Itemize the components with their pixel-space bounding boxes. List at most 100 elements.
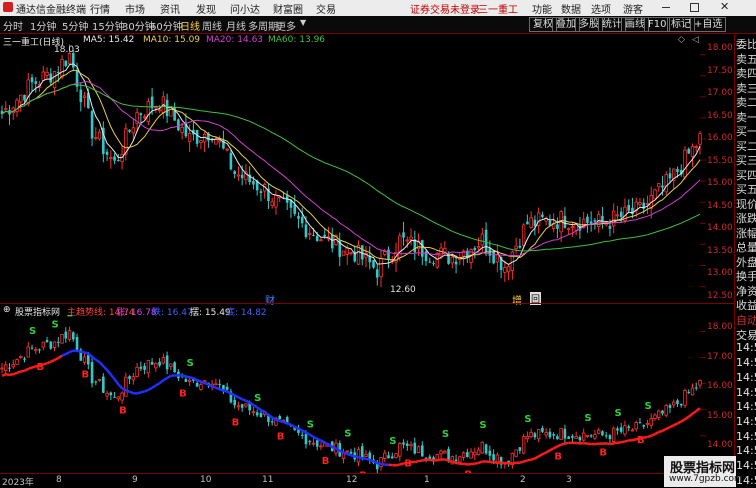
- buy-signal[interactable]: B: [322, 456, 330, 467]
- menu-wealth-circle[interactable]: 财富圈: [273, 1, 303, 16]
- indicator-candle[interactable]: [256, 410, 259, 418]
- indicator-candle[interactable]: [526, 431, 529, 442]
- indicator-candle[interactable]: [162, 354, 165, 365]
- sidebar-field[interactable]: 自动: [736, 312, 756, 328]
- indicator-candle[interactable]: [16, 358, 19, 364]
- candle[interactable]: [128, 129, 131, 133]
- menu-news[interactable]: 资讯: [160, 1, 180, 16]
- candle[interactable]: [237, 166, 240, 181]
- indicator-candle[interactable]: [459, 456, 462, 464]
- indicator-candle[interactable]: [410, 441, 413, 450]
- sidebar-field[interactable]: 14:5: [736, 430, 756, 443]
- candle[interactable]: [1, 106, 4, 119]
- indicator-candle[interactable]: [278, 415, 281, 420]
- indicator-candle[interactable]: [605, 432, 608, 439]
- candle[interactable]: [83, 92, 86, 107]
- candle[interactable]: [372, 260, 375, 269]
- candle[interactable]: [492, 251, 495, 265]
- period-5min[interactable]: 5分钟: [62, 18, 88, 33]
- indicator-candle[interactable]: [672, 399, 675, 408]
- indicator-candle[interactable]: [564, 425, 567, 443]
- indicator-candle[interactable]: [140, 362, 143, 372]
- indicator-candle[interactable]: [72, 331, 75, 341]
- indicator-candle[interactable]: [582, 429, 585, 442]
- period-15min[interactable]: 15分钟: [92, 18, 125, 33]
- candle[interactable]: [320, 237, 323, 241]
- menu-guest[interactable]: 游客: [623, 1, 643, 16]
- more-dropdown-icon[interactable]: ▼: [300, 18, 306, 27]
- marker-increase[interactable]: 增: [512, 292, 522, 307]
- indicator-candle[interactable]: [31, 345, 34, 350]
- candle[interactable]: [530, 211, 533, 228]
- sell-signal[interactable]: S: [644, 401, 651, 412]
- candle[interactable]: [481, 228, 484, 253]
- indicator-candle[interactable]: [64, 327, 67, 343]
- indicator-candle[interactable]: [395, 453, 398, 459]
- indicator-candle[interactable]: [627, 425, 630, 432]
- indicator-candle[interactable]: [387, 452, 390, 459]
- indicator-candle[interactable]: [312, 438, 315, 446]
- indicator-candle[interactable]: [155, 362, 158, 371]
- candle[interactable]: [657, 183, 660, 192]
- indicator-candle[interactable]: [631, 428, 634, 431]
- candle[interactable]: [612, 203, 615, 233]
- candle[interactable]: [263, 182, 266, 198]
- indicator-candle[interactable]: [27, 342, 30, 357]
- candle[interactable]: [327, 227, 330, 242]
- candle[interactable]: [387, 247, 390, 269]
- candle[interactable]: [297, 212, 300, 228]
- indicator-candle[interactable]: [515, 450, 518, 458]
- candle[interactable]: [432, 260, 435, 266]
- sell-signal[interactable]: S: [254, 393, 261, 404]
- indicator-candle[interactable]: [462, 451, 465, 460]
- candle[interactable]: [365, 246, 368, 267]
- candle[interactable]: [627, 199, 630, 211]
- candle[interactable]: [233, 170, 236, 178]
- indicator-candle[interactable]: [661, 410, 664, 416]
- candle[interactable]: [680, 164, 683, 176]
- candle[interactable]: [301, 208, 304, 228]
- menu-data[interactable]: 数据: [561, 1, 581, 16]
- indicator-candle[interactable]: [391, 453, 394, 459]
- indicator-candle[interactable]: [530, 429, 533, 439]
- indicator-candle[interactable]: [110, 391, 113, 400]
- candle[interactable]: [616, 206, 619, 220]
- sidebar-field[interactable]: 14:5: [736, 444, 756, 457]
- indicator-candle[interactable]: [421, 441, 424, 457]
- buy-signal[interactable]: B: [637, 435, 645, 446]
- indicator-candle[interactable]: [68, 327, 71, 342]
- indicator-candle[interactable]: [676, 399, 679, 407]
- indicator-candle[interactable]: [511, 452, 514, 468]
- indicator-candle[interactable]: [23, 357, 26, 363]
- indicator-candle[interactable]: [684, 389, 687, 409]
- candle[interactable]: [466, 248, 469, 263]
- candle[interactable]: [413, 231, 416, 260]
- candle[interactable]: [534, 215, 537, 235]
- indicator-candle[interactable]: [612, 426, 615, 443]
- sell-signal[interactable]: S: [29, 326, 36, 337]
- sidebar-field[interactable]: 14:5: [736, 415, 756, 428]
- indicator-candle[interactable]: [519, 447, 522, 454]
- sidebar-field[interactable]: 收益: [736, 297, 756, 313]
- candle[interactable]: [511, 251, 514, 280]
- indicator-candle[interactable]: [53, 341, 56, 351]
- menu-wenxiaoda[interactable]: 问小达: [230, 1, 260, 16]
- candle[interactable]: [278, 196, 281, 202]
- indicator-candle[interactable]: [230, 389, 233, 404]
- indicator-candle[interactable]: [560, 428, 563, 439]
- candle[interactable]: [496, 244, 499, 272]
- candle[interactable]: [275, 190, 278, 214]
- indicator-candle[interactable]: [147, 360, 150, 377]
- indicator-candle[interactable]: [590, 434, 593, 438]
- candle[interactable]: [196, 130, 199, 147]
- indicator-candle[interactable]: [132, 373, 135, 385]
- indicator-candle[interactable]: [616, 426, 619, 434]
- indicator-candle[interactable]: [158, 358, 161, 367]
- candle[interactable]: [106, 149, 109, 161]
- candle[interactable]: [27, 73, 30, 106]
- indicator-candle[interactable]: [173, 361, 176, 373]
- indicator-candle[interactable]: [597, 428, 600, 434]
- indicator-candle[interactable]: [474, 448, 477, 460]
- indicator-candle[interactable]: [545, 428, 548, 438]
- candle[interactable]: [402, 222, 405, 246]
